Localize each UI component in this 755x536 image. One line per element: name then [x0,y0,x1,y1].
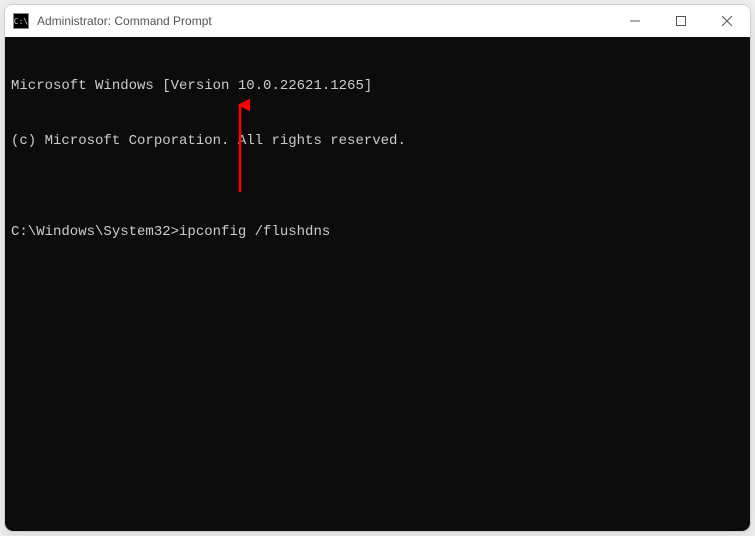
minimize-icon [630,16,640,26]
app-icon-label: C:\ [14,17,28,26]
window-titlebar[interactable]: C:\ Administrator: Command Prompt [5,5,750,37]
maximize-icon [676,16,686,26]
copyright-line: (c) Microsoft Corporation. All rights re… [11,132,744,150]
window-title: Administrator: Command Prompt [37,14,212,28]
minimize-button[interactable] [612,5,658,37]
command-prompt-window: C:\ Administrator: Command Prompt [4,4,751,532]
prompt-line: C:\Windows\System32>ipconfig /flushdns [11,223,744,241]
version-line: Microsoft Windows [Version 10.0.22621.12… [11,77,744,95]
close-icon [722,16,732,26]
window-controls [612,5,750,37]
close-button[interactable] [704,5,750,37]
app-icon: C:\ [13,13,29,29]
maximize-button[interactable] [658,5,704,37]
prompt-path: C:\Windows\System32> [11,223,179,241]
command-input[interactable]: ipconfig /flushdns [179,223,330,241]
terminal-area[interactable]: Microsoft Windows [Version 10.0.22621.12… [5,37,750,531]
